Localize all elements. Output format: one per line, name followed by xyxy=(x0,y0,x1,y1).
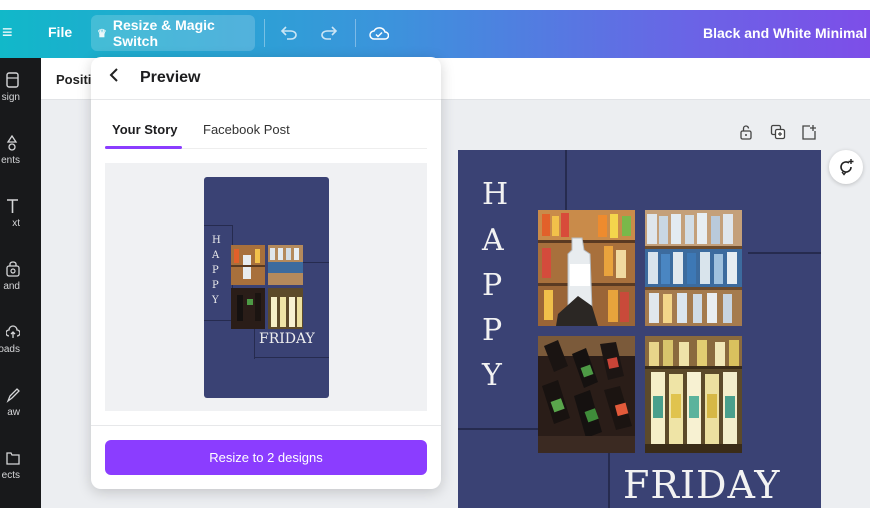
preview-title: Preview xyxy=(140,69,201,86)
sidebar-item-uploads[interactable]: oads xyxy=(0,324,41,374)
back-arrow-icon[interactable] xyxy=(109,68,119,87)
sidebar-item-elements[interactable]: ents xyxy=(0,135,41,185)
sidebar-item-label: aw xyxy=(7,407,20,418)
photo-tequila-bottles[interactable] xyxy=(645,336,742,453)
tab-facebook-post[interactable]: Facebook Post xyxy=(203,122,290,137)
sidebar-item-projects[interactable]: ects xyxy=(0,450,41,500)
frame-line xyxy=(301,262,329,263)
photo-dark-bottles[interactable] xyxy=(538,336,635,453)
resize-magic-switch-button[interactable]: ♛ Resize & Magic Switch xyxy=(91,15,255,51)
active-tab-indicator xyxy=(105,146,182,149)
frame-line xyxy=(204,320,232,321)
panel-footer-divider xyxy=(91,425,441,426)
left-sidebar: sign ents xt and oads aw ects xyxy=(0,58,41,508)
crown-icon: ♛ xyxy=(97,27,107,40)
sidebar-item-label: ects xyxy=(1,470,20,481)
happy-letter: P xyxy=(482,268,503,303)
text-icon xyxy=(7,199,18,213)
sidebar-item-label: sign xyxy=(1,92,20,103)
top-bar: ≡ File ♛ Resize & Magic Switch Black and… xyxy=(0,10,870,58)
preview-area: H A P P Y FRIDAY xyxy=(105,163,427,411)
redo-icon[interactable] xyxy=(316,20,342,46)
story-preview-thumbnail[interactable]: H A P P Y FRIDAY xyxy=(204,177,329,398)
frame-line xyxy=(204,225,232,226)
resize-magic-switch-label: Resize & Magic Switch xyxy=(112,17,215,49)
happy-letter: H xyxy=(482,177,509,212)
mini-happy-letter: A xyxy=(212,250,220,261)
happy-letter: A xyxy=(482,223,504,258)
uploads-icon xyxy=(6,325,20,338)
sidebar-item-label: and xyxy=(3,281,20,292)
tab-your-story[interactable]: Your Story xyxy=(112,122,178,137)
sidebar-item-label: ents xyxy=(1,155,20,166)
divider xyxy=(264,19,265,47)
mini-happy-letter: Y xyxy=(212,295,219,306)
preview-panel: Preview Your Story Facebook Post H A P P… xyxy=(91,57,441,489)
cloud-saved-icon[interactable] xyxy=(366,20,392,46)
happy-letter: P xyxy=(482,313,503,348)
undo-icon[interactable] xyxy=(276,20,302,46)
mini-happy-letter: P xyxy=(212,280,219,291)
sidebar-item-text[interactable]: xt xyxy=(0,198,41,248)
position-button[interactable]: Positi xyxy=(56,72,91,87)
frame-line xyxy=(254,329,255,359)
lock-icon[interactable] xyxy=(738,124,754,140)
mini-happy-letter: H xyxy=(212,235,221,246)
duplicate-page-icon[interactable] xyxy=(770,124,786,140)
sidebar-item-label: oads xyxy=(0,344,20,355)
mini-friday-text: FRIDAY xyxy=(259,331,315,347)
resize-to-designs-button[interactable]: Resize to 2 designs xyxy=(105,440,427,475)
brand-icon xyxy=(6,261,20,277)
sidebar-item-label: xt xyxy=(12,218,20,229)
photo-bottle-shelf[interactable] xyxy=(538,210,635,326)
frame-line xyxy=(748,252,821,254)
projects-icon xyxy=(6,452,20,465)
preview-panel-header: Preview xyxy=(91,57,441,100)
friday-text: FRIDAY xyxy=(623,463,781,507)
magic-refresh-button[interactable] xyxy=(829,150,863,184)
elements-icon xyxy=(6,135,18,151)
document-title[interactable]: Black and White Minimal Ne xyxy=(703,25,870,41)
mini-photo-grid xyxy=(231,245,303,329)
design-canvas[interactable]: H A P P Y FRIDAY xyxy=(458,150,821,508)
happy-letter: Y xyxy=(482,358,502,393)
divider xyxy=(355,19,356,47)
rotate-sparkle-icon xyxy=(840,159,854,176)
sidebar-item-brand[interactable]: and xyxy=(0,261,41,311)
draw-icon xyxy=(6,388,20,403)
add-page-icon[interactable] xyxy=(801,124,817,140)
sidebar-item-draw[interactable]: aw xyxy=(0,387,41,437)
sidebar-item-design[interactable]: sign xyxy=(0,72,41,122)
template-icon xyxy=(6,72,19,88)
menu-icon[interactable]: ≡ xyxy=(2,22,16,42)
photo-vodka-shelf[interactable] xyxy=(645,210,742,326)
frame-line xyxy=(254,357,329,358)
file-menu-button[interactable]: File xyxy=(48,24,72,40)
mini-happy-letter: P xyxy=(212,265,219,276)
